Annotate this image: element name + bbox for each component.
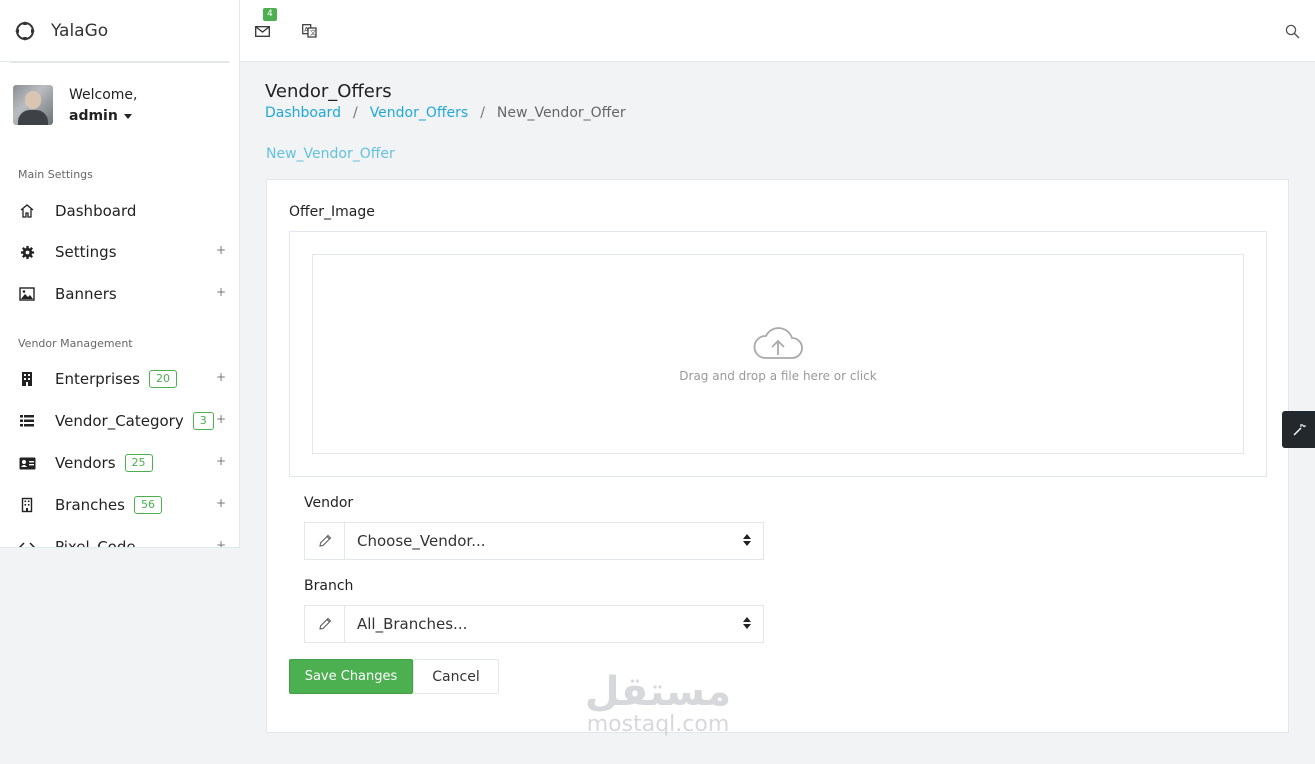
breadcrumb-separator: / [480,105,485,121]
brand-name: YalaGo [51,20,109,41]
customizer-toggle[interactable] [1282,411,1315,448]
expand-plus-icon[interactable]: + [216,370,226,384]
brand-divider [10,62,230,63]
section-title-vendor-management: Vendor Management [18,337,133,350]
sidebar-item-label: Enterprises [55,370,140,388]
branch-select[interactable]: All_Branches... [304,605,764,643]
expand-plus-icon[interactable]: + [216,285,226,299]
expand-plus-icon[interactable]: + [216,496,226,510]
watermark: مستقل mostaql.com [577,672,739,738]
image-icon [18,285,36,303]
dropzone-container: Drag and drop a file here or click [289,231,1267,477]
user-panel: Welcome, admin [13,85,138,127]
sidebar-item-label: Dashboard [55,202,137,220]
dropzone-text: Drag and drop a file here or click [679,369,877,383]
breadcrumb-link-vendor-offers[interactable]: Vendor_Offers [370,105,469,121]
mail-icon [254,25,270,37]
breadcrumb-current: New_Vendor_Offer [496,105,626,121]
brand[interactable]: YalaGo [0,0,229,62]
select-arrows-icon [743,617,751,629]
pencil-icon [305,523,345,559]
logo-icon [15,20,35,41]
select-arrows-icon [743,534,751,546]
breadcrumb-separator: / [352,105,358,121]
svg-text:文: 文 [310,29,316,37]
topbar: 4 A文 [240,0,1315,62]
count-badge: 3 [192,412,214,430]
expand-plus-icon[interactable]: + [216,454,226,468]
count-badge: 20 [148,370,177,388]
mail-button[interactable] [253,22,271,40]
section-title-main-settings: Main Settings [18,168,93,181]
language-button[interactable]: A文 [300,22,318,40]
sidebar-item-pixel-code[interactable]: Pixel_Code + [18,535,230,548]
sidebar-item-label: Pixel_Code [55,538,136,548]
list-icon [18,412,36,430]
sidebar-item-banners[interactable]: Banners + [18,282,230,306]
sidebar-item-branches[interactable]: Branches 56 + [18,493,230,517]
username: admin [69,108,118,124]
breadcrumb-link-dashboard[interactable]: Dashboard [265,105,341,121]
count-badge: 25 [124,454,153,472]
expand-plus-icon[interactable]: + [216,538,226,547]
sidebar-item-label: Vendors [55,454,116,472]
card-title: New_Vendor_Offer [266,146,395,162]
offer-image-label: Offer_Image [289,204,375,220]
search-icon [1285,24,1299,38]
watermark-latin: mostaql.com [586,712,730,737]
sidebar: YalaGo Welcome, admin Main Settings Dash… [0,0,240,548]
sidebar-item-enterprises[interactable]: Enterprises 20 + [18,367,230,391]
cancel-button[interactable]: Cancel [413,659,499,694]
code-icon [18,538,36,547]
search-button[interactable] [1283,22,1301,40]
sidebar-item-label: Branches [55,496,125,514]
caret-down-icon [123,113,132,119]
building-icon [18,370,36,388]
gear-icon [18,243,36,261]
file-dropzone[interactable]: Drag and drop a file here or click [312,254,1244,454]
mail-count-badge: 4 [263,8,277,21]
cloud-upload-icon [753,327,803,359]
vendor-label: Vendor [304,495,354,511]
translate-icon: A文 [301,24,317,38]
vendor-select[interactable]: Choose_Vendor... [304,522,764,560]
vendor-select-value: Choose_Vendor... [357,532,486,550]
sidebar-item-vendors[interactable]: Vendors 25 + [18,451,230,475]
sidebar-item-label: Settings [55,243,117,261]
sidebar-item-label: Banners [55,285,117,303]
pencil-icon [305,606,345,642]
watermark-arabic: مستقل [584,669,732,715]
branch-label: Branch [304,578,354,594]
sidebar-item-label: Vendor_Category [55,412,184,430]
home-icon [18,202,36,220]
id-card-icon [18,454,36,472]
building-outline-icon [18,496,36,514]
branch-select-value: All_Branches... [357,615,468,633]
sidebar-item-settings[interactable]: Settings + [18,240,230,264]
avatar [13,85,53,125]
sidebar-item-vendor-category[interactable]: Vendor_Category 3 + [18,409,230,433]
welcome-text: Welcome, [69,87,138,103]
page-title: Vendor_Offers [265,81,392,102]
expand-plus-icon[interactable]: + [216,412,226,426]
save-button[interactable]: Save Changes [289,659,413,694]
user-menu-toggle[interactable]: admin [69,105,138,127]
magic-wand-icon [1293,423,1306,435]
breadcrumb: Dashboard / Vendor_Offers / New_Vendor_O… [265,105,626,121]
sidebar-item-dashboard[interactable]: Dashboard [18,199,230,223]
expand-plus-icon[interactable]: + [216,243,226,257]
count-badge: 56 [133,496,162,514]
offer-form-card: Offer_Image Drag and drop a file here or… [266,179,1289,733]
